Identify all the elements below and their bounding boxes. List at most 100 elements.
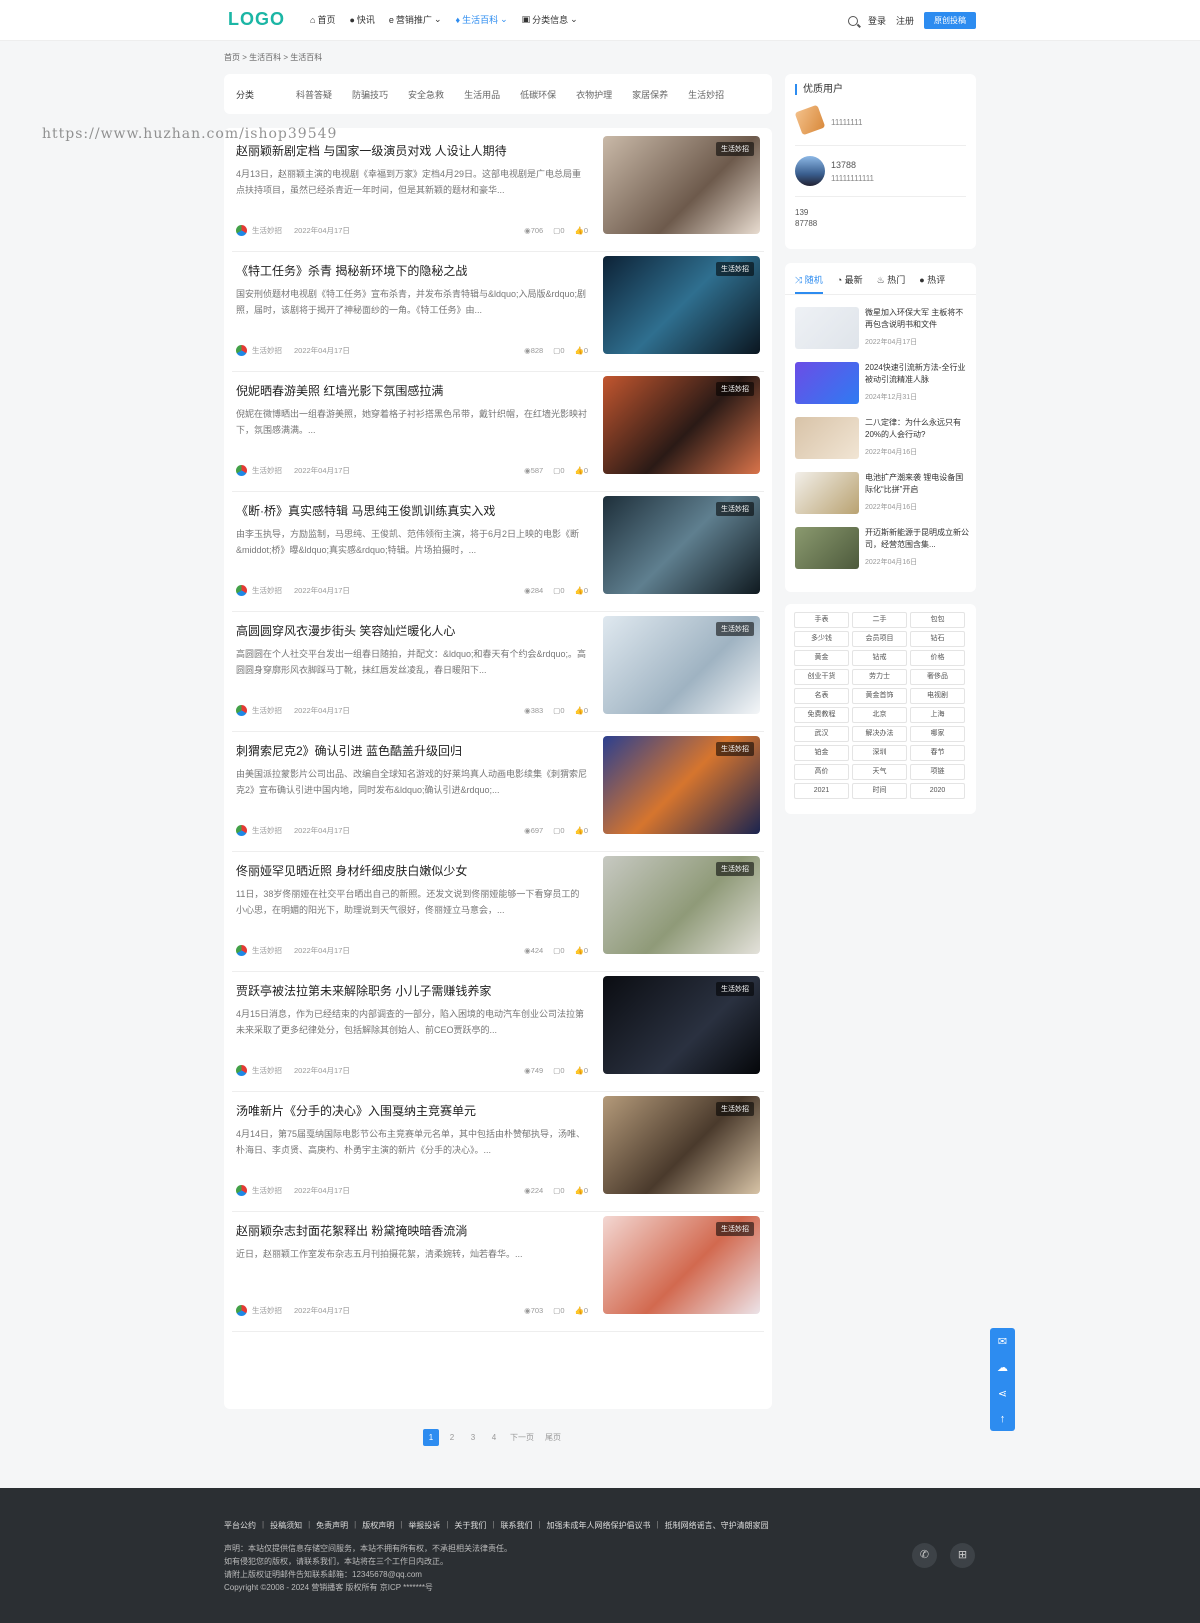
tag-item[interactable]: 钻石 <box>910 631 965 647</box>
post-title[interactable]: 开迈斯新能源于昆明成立新公司，经营范围含集... <box>865 527 969 551</box>
footer-link[interactable]: 联系我们 <box>500 1520 532 1531</box>
footer-link[interactable]: 平台公约 <box>224 1520 256 1531</box>
tag-item[interactable]: 天气 <box>852 764 907 780</box>
nav-home[interactable]: ⌂ 首页 <box>310 13 335 26</box>
user-item[interactable]: 139 87788 <box>795 207 966 229</box>
chat-icon[interactable]: ✉ <box>998 1335 1007 1348</box>
article-item[interactable]: 汤唯新片《分手的决心》入围戛纳主竞赛单元 4月14日，第75届戛纳国际电影节公布… <box>232 1088 764 1212</box>
article-item[interactable]: 刺猬索尼克2》确认引进 蓝色酷盖升级回归 由美国派拉蒙影片公司出品、改编自全球知… <box>232 728 764 852</box>
search-icon[interactable] <box>847 15 858 26</box>
article-category[interactable]: 生活妙招 <box>252 945 282 956</box>
tag-item[interactable]: 解决办法 <box>852 726 907 742</box>
nav-life[interactable]: ♦ 生活百科 ⌄ <box>455 13 507 26</box>
tag-item[interactable]: 铂金 <box>794 745 849 761</box>
article-item[interactable]: 《断·桥》真实感特辑 马思纯王俊凯训练真实入戏 由李玉执导，方励监制，马思纯、王… <box>232 488 764 612</box>
footer-link[interactable]: 举报投诉 <box>408 1520 440 1531</box>
sidebar-post[interactable]: 二八定律：为什么永远只有20%的人会行动? 2022年04月16日 <box>795 417 966 463</box>
sidebar-post[interactable]: 开迈斯新能源于昆明成立新公司，经营范围含集... 2022年04月16日 <box>795 527 969 573</box>
nav-marketing[interactable]: e 营销推广 ⌄ <box>389 13 442 26</box>
register-link[interactable]: 注册 <box>896 14 914 27</box>
article-title[interactable]: 汤唯新片《分手的决心》入围戛纳主竞赛单元 <box>236 1102 476 1119</box>
article-thumbnail[interactable]: 生活妙招 <box>603 976 760 1074</box>
article-category[interactable]: 生活妙招 <box>252 705 282 716</box>
tag-item[interactable]: 时间 <box>852 783 907 799</box>
author-avatar[interactable] <box>236 1064 247 1076</box>
footer-link[interactable]: 投稿须知 <box>270 1520 302 1531</box>
article-thumbnail[interactable]: 生活妙招 <box>603 136 760 234</box>
wechat-icon[interactable]: ☁ <box>997 1361 1008 1374</box>
breadcrumb[interactable]: 首页 > 生活百科 > 生活百科 <box>224 52 322 63</box>
tag-item[interactable]: 二手 <box>852 612 907 628</box>
tag-item[interactable]: 多少钱 <box>794 631 849 647</box>
tag-item[interactable]: 项链 <box>910 764 965 780</box>
article-category[interactable]: 生活妙招 <box>252 345 282 356</box>
article-title[interactable]: 《特工任务》杀青 揭秘新环境下的隐秘之战 <box>236 262 467 279</box>
tag-item[interactable]: 手表 <box>794 612 849 628</box>
article-title[interactable]: 高圆圆穿风衣漫步街头 笑容灿烂暖化人心 <box>236 622 455 639</box>
nav-flash[interactable]: ● 快讯 <box>349 13 374 26</box>
page-4[interactable]: 4 <box>486 1429 502 1446</box>
article-item[interactable]: 倪妮晒春游美照 红墙光影下氛围感拉满 倪妮在微博晒出一组春游美照，她穿着格子衬衫… <box>232 368 764 492</box>
category-item[interactable]: 防骗技巧 <box>352 88 388 101</box>
article-title[interactable]: 刺猬索尼克2》确认引进 蓝色酷盖升级回归 <box>236 742 462 759</box>
article-title[interactable]: 《断·桥》真实感特辑 马思纯王俊凯训练真实入戏 <box>236 502 495 519</box>
category-item[interactable]: 衣物护理 <box>576 88 612 101</box>
article-item[interactable]: 赵丽颖杂志封面花絮释出 粉黛掩映暗香流淌 近日，赵丽颖工作室发布杂志五月刊拍摄花… <box>232 1208 764 1332</box>
category-item[interactable]: 生活用品 <box>464 88 500 101</box>
tag-item[interactable]: 名表 <box>794 688 849 704</box>
tag-item[interactable]: 春节 <box>910 745 965 761</box>
login-link[interactable]: 登录 <box>868 14 886 27</box>
next-page[interactable]: 下一页 <box>507 1429 537 1446</box>
tag-item[interactable]: 奢侈品 <box>910 669 965 685</box>
tag-item[interactable]: 2021 <box>794 783 849 799</box>
footer-link[interactable]: 抵制网络谣言、守护清朗家园 <box>665 1520 769 1531</box>
article-title[interactable]: 倪妮晒春游美照 红墙光影下氛围感拉满 <box>236 382 443 399</box>
footer-link[interactable]: 版权声明 <box>362 1520 394 1531</box>
tag-item[interactable]: 黄金 <box>794 650 849 666</box>
sidebar-post[interactable]: 2024快速引流新方法-全行业被动引流精准人脉 2024年12月31日 <box>795 362 966 408</box>
user-item[interactable]: 11111111 <box>794 104 966 136</box>
tab-comments[interactable]: ● 热评 <box>919 273 945 294</box>
tag-item[interactable]: 2020 <box>910 783 965 799</box>
post-title[interactable]: 电池扩产潮来袭 锂电设备国际化“比拼”开启 <box>865 472 969 496</box>
article-title[interactable]: 赵丽颖杂志封面花絮释出 粉黛掩映暗香流淌 <box>236 1222 467 1239</box>
tag-item[interactable]: 北京 <box>852 707 907 723</box>
nav-classified[interactable]: ▣ 分类信息 ⌄ <box>522 13 578 26</box>
tag-item[interactable]: 劳力士 <box>852 669 907 685</box>
sidebar-post[interactable]: 微星加入环保大军 主板将不再包含说明书和文件 2022年04月17日 <box>795 307 966 353</box>
last-page[interactable]: 尾页 <box>542 1429 564 1446</box>
author-avatar[interactable] <box>236 1304 247 1316</box>
tag-item[interactable]: 创业干货 <box>794 669 849 685</box>
article-item[interactable]: 高圆圆穿风衣漫步街头 笑容灿烂暖化人心 高圆圆在个人社交平台发出一组春日随拍，并… <box>232 608 764 732</box>
post-thumbnail[interactable] <box>795 417 859 459</box>
article-thumbnail[interactable]: 生活妙招 <box>603 736 760 834</box>
article-thumbnail[interactable]: 生活妙招 <box>603 1096 760 1194</box>
user-item[interactable]: 13788 11111111111 <box>795 156 966 186</box>
tag-item[interactable]: 包包 <box>910 612 965 628</box>
article-category[interactable]: 生活妙招 <box>252 1305 282 1316</box>
article-title[interactable]: 佟丽娅罕见晒近照 身材纤细皮肤白嫩似少女 <box>236 862 467 879</box>
tag-item[interactable]: 哪家 <box>910 726 965 742</box>
article-item[interactable]: 贾跃亭被法拉第未来解除职务 小儿子需赚钱养家 4月15日消息，作为已经结束的内部… <box>232 968 764 1092</box>
sidebar-post[interactable]: 电池扩产潮来袭 锂电设备国际化“比拼”开启 2022年04月16日 <box>795 472 966 518</box>
post-thumbnail[interactable] <box>795 362 859 404</box>
author-avatar[interactable] <box>236 344 247 356</box>
tag-item[interactable]: 会员项目 <box>852 631 907 647</box>
page-1[interactable]: 1 <box>423 1429 439 1446</box>
author-avatar[interactable] <box>236 824 247 836</box>
tag-item[interactable]: 电视剧 <box>910 688 965 704</box>
post-thumbnail[interactable] <box>795 527 859 569</box>
author-avatar[interactable] <box>236 944 247 956</box>
tag-item[interactable]: 高价 <box>794 764 849 780</box>
article-category[interactable]: 生活妙招 <box>252 225 282 236</box>
footer-link[interactable]: 关于我们 <box>454 1520 486 1531</box>
article-thumbnail[interactable]: 生活妙招 <box>603 256 760 354</box>
article-thumbnail[interactable]: 生活妙招 <box>603 376 760 474</box>
category-item[interactable]: 安全急救 <box>408 88 444 101</box>
article-category[interactable]: 生活妙招 <box>252 585 282 596</box>
article-title[interactable]: 贾跃亭被法拉第未来解除职务 小儿子需赚钱养家 <box>236 982 491 999</box>
article-category[interactable]: 生活妙招 <box>252 825 282 836</box>
article-title[interactable]: 赵丽颖新剧定档 与国家一级演员对戏 人设让人期待 <box>236 142 507 159</box>
tab-latest[interactable]: ◔ 最新 <box>837 273 863 294</box>
author-avatar[interactable] <box>236 1184 247 1196</box>
